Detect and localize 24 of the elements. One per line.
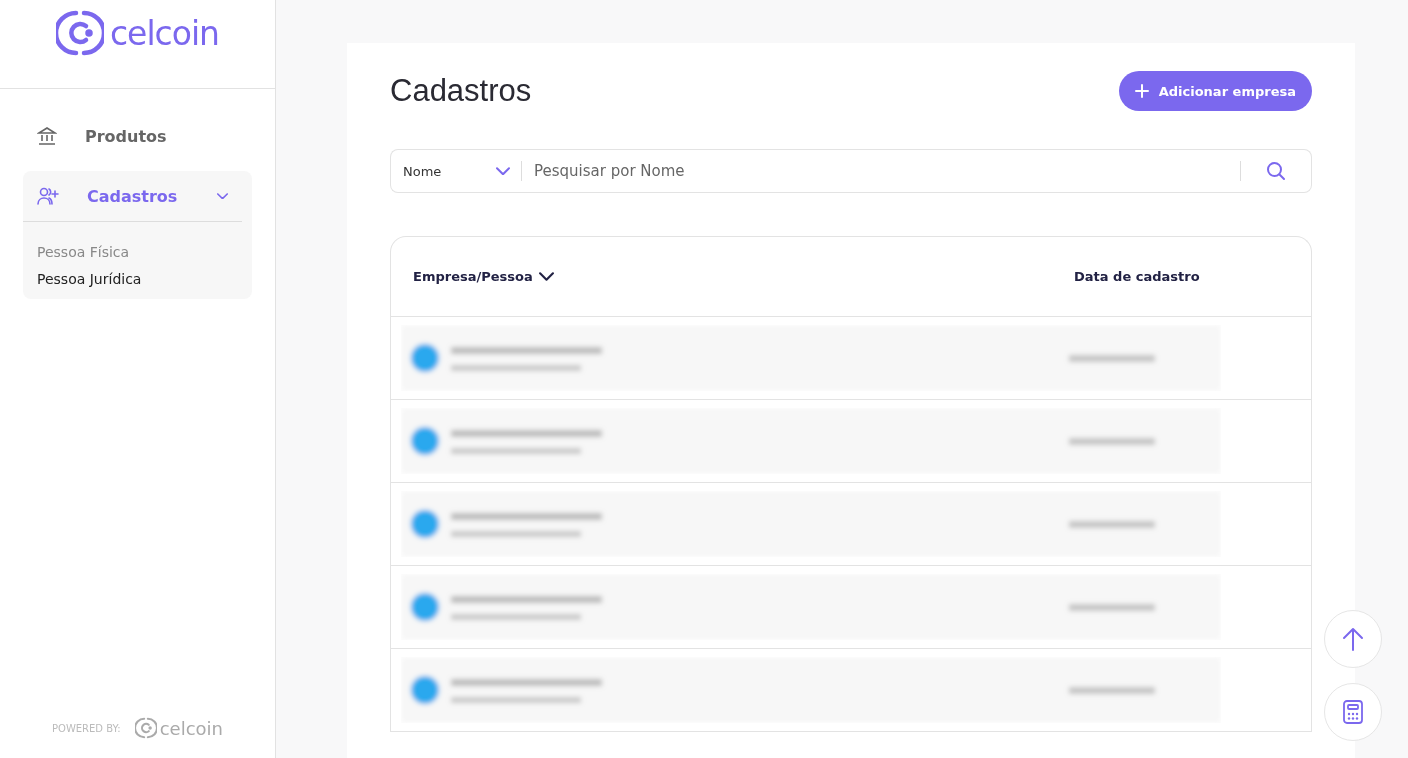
arrow-up-icon	[1342, 627, 1364, 651]
calculator-icon	[1343, 700, 1363, 724]
search-button[interactable]	[1240, 149, 1312, 193]
logo-icon	[55, 9, 104, 57]
page-title: Cadastros	[390, 73, 532, 109]
bank-icon	[37, 126, 57, 146]
filter-dropdown[interactable]: Nome	[390, 149, 522, 193]
search-icon	[1265, 161, 1286, 181]
chevron-down-icon	[217, 192, 228, 200]
column-header[interactable]: Empresa/Pessoa	[413, 269, 533, 284]
column-header[interactable]: Data de cadastro	[1074, 269, 1200, 284]
powered-by-label: POWERED BY:	[52, 722, 121, 734]
logo-text: celcoin	[109, 13, 219, 53]
logo-text: celcoin	[159, 717, 223, 739]
search-field[interactable]: Pesquisar por Nome	[522, 149, 1240, 193]
nav-item[interactable]: Cadastros	[87, 186, 189, 206]
add-company-button[interactable]: Adicionar empresa	[1118, 71, 1312, 111]
plus-icon	[1134, 84, 1149, 98]
chevron-down-icon	[538, 272, 554, 281]
chevron-down-icon	[496, 166, 510, 176]
logo-icon	[134, 717, 157, 739]
nav-item[interactable]: Produtos	[23, 111, 252, 161]
submenu-item[interactable]: Pessoa Jurídica	[37, 271, 238, 287]
add-user-icon	[37, 187, 59, 205]
